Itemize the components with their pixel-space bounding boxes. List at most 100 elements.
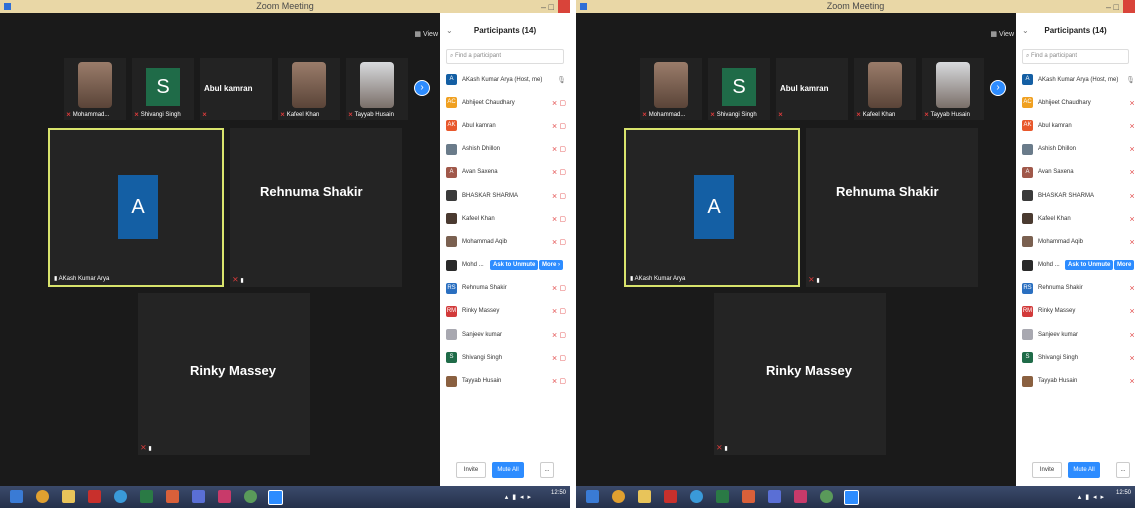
video-tile[interactable]: Rehnuma Shakir ⨯ ▮ [230, 128, 402, 287]
ask-to-unmute-button[interactable]: Ask to Unmute [1065, 260, 1114, 271]
search-input[interactable]: ⌕ Find a participant [446, 49, 564, 64]
list-item[interactable]: Sanjeev kumar ⨯ [1016, 323, 1135, 346]
ask-to-unmute-button[interactable]: Ask to Unmute [490, 260, 539, 271]
app-icon[interactable] [192, 490, 205, 503]
app-icon[interactable] [742, 490, 755, 503]
mic-muted-icon: ⨯ [716, 443, 723, 452]
thumbnail[interactable]: ⨯ Mohammad... [64, 58, 126, 120]
chrome-icon[interactable] [612, 490, 625, 503]
zoom-icon[interactable] [844, 490, 859, 505]
chrome-icon[interactable] [36, 490, 49, 503]
list-item[interactable]: AK Abul kamran ⨯ [1016, 114, 1135, 137]
acrobat-icon[interactable] [88, 490, 101, 503]
app-icon[interactable] [244, 490, 257, 503]
thumbnail[interactable]: S ⨯ Shivangi Singh [708, 58, 770, 120]
app-icon[interactable] [768, 490, 781, 503]
close-icon[interactable] [558, 0, 570, 13]
list-item[interactable]: RS Rehnuma Shakir ⨯ [1016, 277, 1135, 300]
list-item[interactable]: Tayyab Husain ⨯ [1016, 369, 1135, 392]
view-button[interactable]: ▦ View [990, 30, 1014, 38]
list-item[interactable]: Kafeel Khan ⨯ [1016, 207, 1135, 230]
more-options-button[interactable]: ... [1116, 462, 1130, 478]
list-item[interactable]: Mohammad Aqib ⨯ [1016, 230, 1135, 253]
start-icon[interactable] [10, 490, 23, 503]
list-item[interactable]: AK Abul kamran ⨯ ▢ [440, 114, 570, 137]
thumbnail[interactable]: ⨯ Mohammad... [640, 58, 702, 120]
list-item[interactable]: A AKash Kumar Arya (Host, me) 🎙 [440, 68, 570, 91]
thumbnail[interactable]: Abul kamran ⨯ [776, 58, 848, 120]
app-icon[interactable] [794, 490, 807, 503]
collapse-icon[interactable]: ⌄ [1022, 13, 1029, 49]
list-item[interactable]: A AKash Kumar Arya (Host, me) 🎙 [1016, 68, 1135, 91]
folder-icon[interactable] [62, 490, 75, 503]
system-tray-icons[interactable]: ▴ ▮ ◂ ▸ [1078, 493, 1105, 501]
thumbnail[interactable]: S ⨯ Shivangi Singh [132, 58, 194, 120]
thumbnail[interactable]: Abul kamran ⨯ [200, 58, 272, 120]
excel-icon[interactable] [716, 490, 729, 503]
avatar [446, 143, 457, 155]
list-item[interactable]: Ashish Dhillon ⨯ [1016, 138, 1135, 161]
mic-icon: 🎙 [557, 76, 566, 84]
list-item[interactable]: Sanjeev kumar ⨯ ▢ [440, 323, 570, 346]
thumbnail[interactable]: ⨯ Tayyab Husain [922, 58, 984, 120]
app-icon[interactable] [820, 490, 833, 503]
active-speaker-tile[interactable]: A ▮ AKash Kumar Arya [48, 128, 224, 287]
more-options-button[interactable]: ... [540, 462, 554, 478]
search-input[interactable]: ⌕ Find a participant [1022, 49, 1129, 64]
tile-name: AKash Kumar Arya [634, 276, 686, 282]
app-icon[interactable] [166, 490, 179, 503]
view-button[interactable]: ▦ View [414, 30, 438, 38]
clock: 12:50 [1115, 490, 1131, 496]
app-icon [580, 3, 587, 10]
folder-icon[interactable] [638, 490, 651, 503]
list-item[interactable]: S Shivangi Singh ⨯ ▢ [440, 346, 570, 369]
thumbnail[interactable]: ⨯ Kafeel Khan [278, 58, 340, 120]
ie-icon[interactable] [690, 490, 703, 503]
ie-icon[interactable] [114, 490, 127, 503]
close-icon[interactable] [1123, 0, 1135, 13]
start-icon[interactable] [586, 490, 599, 503]
thumbnail[interactable]: ⨯ Kafeel Khan [854, 58, 916, 120]
active-speaker-tile[interactable]: A ▮ AKash Kumar Arya [624, 128, 800, 287]
zoom-icon[interactable] [268, 490, 283, 505]
list-item[interactable]: A Avan Saxena ⨯ ▢ [440, 161, 570, 184]
thumbnail[interactable]: ⨯ Tayyab Husain [346, 58, 408, 120]
mic-muted-icon: ⨯ [1129, 122, 1135, 130]
app-icon[interactable] [218, 490, 231, 503]
avatar [1022, 143, 1033, 155]
avatar [1022, 375, 1033, 387]
acrobat-icon[interactable] [664, 490, 677, 503]
video-tile[interactable]: Rinky Massey ⨯ ▮ [714, 293, 886, 455]
video-tile[interactable]: Rinky Massey ⨯ ▮ [138, 293, 310, 455]
list-item[interactable]: Mohd ... Ask to Unmute More › [440, 254, 570, 277]
list-item[interactable]: BHASKAR SHARMA ⨯ [1016, 184, 1135, 207]
mute-all-button[interactable]: Mute All [1068, 462, 1100, 478]
mute-all-button[interactable]: Mute All [492, 462, 524, 478]
list-item[interactable]: RM Rinky Massey ⨯ [1016, 300, 1135, 323]
list-item[interactable]: S Shivangi Singh ⨯ [1016, 346, 1135, 369]
list-item[interactable]: AC Abhijeet Chaudhary ⨯ [1016, 91, 1135, 114]
list-item[interactable]: AC Abhijeet Chaudhary ⨯ ▢ [440, 91, 570, 114]
video-tile[interactable]: Rehnuma Shakir ⨯ ▮ [806, 128, 978, 287]
invite-button[interactable]: Invite [1032, 462, 1062, 478]
avatar [446, 190, 457, 202]
mic-muted-icon: ⨯ [1129, 169, 1135, 177]
mic-muted-icon: ⨯ [778, 112, 784, 118]
next-page-icon[interactable]: › [990, 80, 1006, 96]
list-item[interactable]: RM Rinky Massey ⨯ ▢ [440, 300, 570, 323]
excel-icon[interactable] [140, 490, 153, 503]
more-button[interactable]: More [1114, 260, 1135, 271]
more-button[interactable]: More › [539, 260, 564, 271]
list-item[interactable]: Kafeel Khan ⨯ ▢ [440, 207, 570, 230]
list-item[interactable]: Ashish Dhillon ⨯ ▢ [440, 138, 570, 161]
list-item[interactable]: Tayyab Husain ⨯ ▢ [440, 369, 570, 392]
list-item[interactable]: BHASKAR SHARMA ⨯ ▢ [440, 184, 570, 207]
next-page-icon[interactable]: › [414, 80, 430, 96]
system-tray-icons[interactable]: ▴ ▮ ◂ ▸ [505, 493, 532, 501]
list-item[interactable]: RS Rehnuma Shakir ⨯ ▢ [440, 277, 570, 300]
list-item[interactable]: Mohd ... Ask to Unmute More [1016, 254, 1135, 277]
collapse-icon[interactable]: ⌄ [446, 13, 453, 49]
list-item[interactable]: Mohammad Aqib ⨯ ▢ [440, 230, 570, 253]
list-item[interactable]: A Avan Saxena ⨯ [1016, 161, 1135, 184]
invite-button[interactable]: Invite [456, 462, 486, 478]
